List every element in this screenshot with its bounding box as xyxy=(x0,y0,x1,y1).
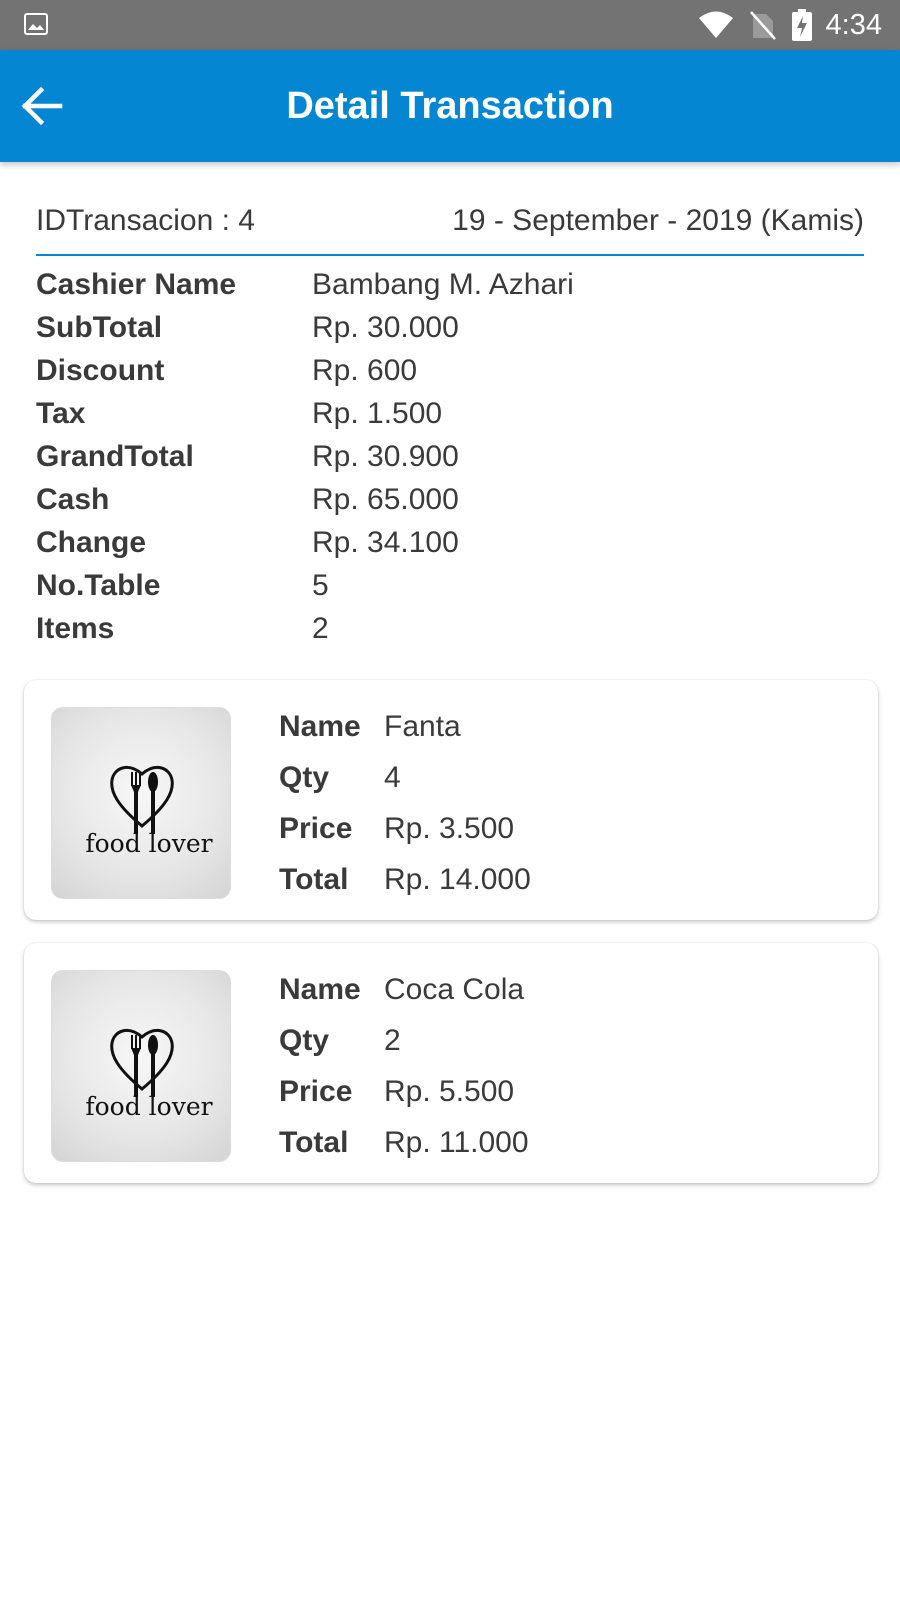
transaction-id: IDTransacion : 4 xyxy=(36,204,255,237)
info-value: 5 xyxy=(312,569,329,602)
logo-text: food lover xyxy=(85,829,212,858)
wifi-icon xyxy=(698,11,734,39)
info-value: Rp. 1.500 xyxy=(312,397,443,430)
info-row-cash: Cash Rp. 65.000 xyxy=(36,483,864,526)
transaction-header: IDTransacion : 4 19 - September - 2019 (… xyxy=(36,196,864,256)
item-qty-label: Qty xyxy=(279,1024,330,1057)
item-name-row: Name Fanta xyxy=(279,710,839,761)
info-label: Items xyxy=(36,612,115,645)
info-label: Cash xyxy=(36,483,110,516)
item-qty-label: Qty xyxy=(279,761,330,794)
item-name-value: Coca Cola xyxy=(384,973,525,1006)
item-fields: Name Fanta Qty 4 Price Rp. 3.500 Total R… xyxy=(279,710,839,914)
item-price-row: Price Rp. 5.500 xyxy=(279,1075,839,1126)
info-row-cashier-name: Cashier Name Bambang M. Azhari xyxy=(36,268,864,311)
item-total-row: Total Rp. 14.000 xyxy=(279,863,839,914)
item-card[interactable]: food lover Name Coca Cola Qty 2 Price Rp… xyxy=(24,943,878,1183)
battery-charging-icon xyxy=(791,9,812,41)
no-sim-icon xyxy=(749,10,776,40)
info-row-discount: Discount Rp. 600 xyxy=(36,354,864,397)
info-label: GrandTotal xyxy=(36,440,194,473)
item-qty-row: Qty 4 xyxy=(279,761,839,812)
item-name-value: Fanta xyxy=(384,710,461,743)
item-image: food lover xyxy=(51,970,231,1162)
item-total-label: Total xyxy=(279,863,349,896)
transaction-info-list: Cashier Name Bambang M. Azhari SubTotal … xyxy=(36,268,864,655)
info-row-tax: Tax Rp. 1.500 xyxy=(36,397,864,440)
info-row-items: Items 2 xyxy=(36,612,864,655)
image-icon xyxy=(24,13,48,40)
info-value: Rp. 600 xyxy=(312,354,418,387)
item-name-row: Name Coca Cola xyxy=(279,973,839,1024)
info-value: Rp. 30.000 xyxy=(312,311,459,344)
item-price-value: Rp. 5.500 xyxy=(384,1075,515,1108)
item-image: food lover xyxy=(51,707,231,899)
item-total-value: Rp. 11.000 xyxy=(384,1126,529,1159)
info-label: Discount xyxy=(36,354,165,387)
transaction-date: 19 - September - 2019 (Kamis) xyxy=(452,204,864,237)
item-qty-row: Qty 2 xyxy=(279,1024,839,1075)
info-value: Rp. 65.000 xyxy=(312,483,459,516)
item-price-label: Price xyxy=(279,812,353,845)
item-name-label: Name xyxy=(279,710,361,743)
info-row-subtotal: SubTotal Rp. 30.000 xyxy=(36,311,864,354)
status-icons: 4:34 xyxy=(682,0,882,50)
item-total-row: Total Rp. 11.000 xyxy=(279,1126,839,1177)
info-label: SubTotal xyxy=(36,311,163,344)
info-label: Cashier Name xyxy=(36,268,237,301)
info-value: 2 xyxy=(312,612,329,645)
page-title: Detail Transaction xyxy=(286,85,614,127)
info-row-grandtotal: GrandTotal Rp. 30.900 xyxy=(36,440,864,483)
status-time: 4:34 xyxy=(825,8,882,41)
info-row-table-number: No.Table 5 xyxy=(36,569,864,612)
food-lover-logo-icon: food lover xyxy=(85,1028,213,1121)
info-label: Tax xyxy=(36,397,86,430)
info-label: Change xyxy=(36,526,147,559)
item-qty-value: 4 xyxy=(384,761,401,794)
item-qty-value: 2 xyxy=(384,1024,401,1057)
back-button[interactable] xyxy=(20,83,66,129)
item-fields: Name Coca Cola Qty 2 Price Rp. 5.500 Tot… xyxy=(279,973,839,1177)
info-row-change: Change Rp. 34.100 xyxy=(36,526,864,569)
item-price-label: Price xyxy=(279,1075,353,1108)
item-price-value: Rp. 3.500 xyxy=(384,812,515,845)
info-value: Rp. 30.900 xyxy=(312,440,459,473)
info-value: Bambang M. Azhari xyxy=(312,268,574,301)
item-total-value: Rp. 14.000 xyxy=(384,863,531,896)
item-card[interactable]: food lover Name Fanta Qty 4 Price Rp. 3.… xyxy=(24,680,878,920)
app-bar: Detail Transaction xyxy=(0,50,900,162)
item-name-label: Name xyxy=(279,973,361,1006)
food-lover-logo-icon: food lover xyxy=(85,765,213,858)
item-price-row: Price Rp. 3.500 xyxy=(279,812,839,863)
status-bar: 4:34 xyxy=(0,0,900,50)
info-value: Rp. 34.100 xyxy=(312,526,459,559)
info-label: No.Table xyxy=(36,569,161,602)
arrow-left-icon xyxy=(21,86,63,126)
item-total-label: Total xyxy=(279,1126,349,1159)
logo-text: food lover xyxy=(85,1092,212,1121)
